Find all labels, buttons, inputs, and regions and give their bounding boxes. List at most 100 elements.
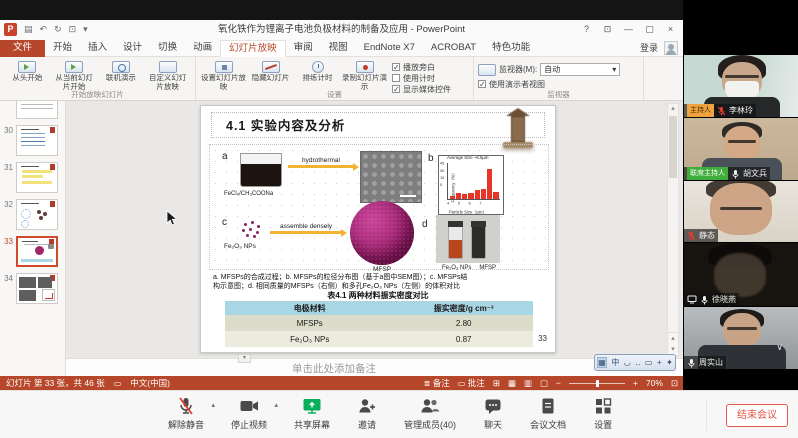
thumbnail-29[interactable] xyxy=(0,101,62,119)
ime-keyboard-icon[interactable]: ▭ xyxy=(645,358,653,367)
play-narrations-checkbox[interactable]: 播放旁白 xyxy=(392,62,451,72)
fit-to-window-icon[interactable]: ⊡ xyxy=(671,378,678,389)
tab-slideshow[interactable]: 幻灯片放映 xyxy=(220,40,286,58)
participant-video[interactable]: ∨ 周实山 xyxy=(684,307,798,369)
editing-canvas[interactable]: 4.1 实验内容及分析 a FeCl₃/CH₃COONa hydrotherma… xyxy=(66,101,683,358)
stop-video-button[interactable]: ▴ 停止视频 xyxy=(231,396,267,431)
chat-button[interactable]: 聊天 xyxy=(483,396,503,431)
present-online-button[interactable]: 联机演示 xyxy=(99,59,144,91)
zoom-slider-knob[interactable] xyxy=(596,380,599,387)
table-title: 表4.1 两种材料振实密度对比 xyxy=(201,290,555,301)
notes-splitter-button[interactable]: ▾ xyxy=(238,354,251,363)
ime-plus-icon[interactable]: + xyxy=(657,358,662,367)
tab-review[interactable]: 审阅 xyxy=(286,40,321,58)
ime-chinese-mode-icon[interactable]: 中 xyxy=(611,357,619,368)
close-button[interactable]: × xyxy=(660,20,681,39)
ribbon-display-options-button[interactable]: ⊡ xyxy=(597,20,618,39)
ime-tools-icon[interactable]: ✦ xyxy=(666,358,673,367)
start-slideshow-icon[interactable]: ⊡ xyxy=(69,24,77,35)
ime-language-bar[interactable]: ▦ 中 ◡ ‥ ▭ + ✦ xyxy=(594,354,676,371)
sign-in-link[interactable]: 登录 xyxy=(640,40,658,56)
scroll-up-icon[interactable]: ▴ xyxy=(671,105,675,112)
invite-button[interactable]: 邀请 xyxy=(357,396,377,431)
participant-video[interactable]: 联席主持人 胡文兵 xyxy=(684,118,798,180)
slide-33[interactable]: 4.1 实验内容及分析 a FeCl₃/CH₃COONa hydrotherma… xyxy=(200,105,556,353)
unmute-button[interactable]: ▴ 解除静音 xyxy=(168,396,204,431)
ime-logo-icon[interactable]: ▦ xyxy=(597,357,607,368)
previous-slide-button[interactable]: ▴ xyxy=(668,333,678,344)
tab-insert[interactable]: 插入 xyxy=(80,40,115,58)
hide-slide-icon xyxy=(262,61,280,73)
participant-video[interactable]: 徐晓燕 xyxy=(684,243,798,306)
help-button[interactable]: ? xyxy=(576,20,597,39)
participant-video[interactable]: 主持人 李林玲 xyxy=(684,55,798,117)
custom-slideshow-button[interactable]: 自定义幻灯片放映 xyxy=(145,59,190,91)
monitor-icon xyxy=(478,64,496,76)
zoom-slider[interactable] xyxy=(569,383,625,384)
participant-video[interactable]: 静态 xyxy=(684,181,798,242)
setup-slideshow-button[interactable]: 设置幻灯片放映 xyxy=(201,59,246,91)
tab-home[interactable]: 开始 xyxy=(45,40,80,58)
previous-next-slide-buttons[interactable]: ▴▾ xyxy=(667,332,679,356)
record-slideshow-button[interactable]: 录制幻灯片演示 xyxy=(342,59,387,91)
zoom-level[interactable]: 70% xyxy=(646,378,663,388)
manage-members-button[interactable]: 管理成员(40) xyxy=(404,396,456,431)
sem-image xyxy=(360,151,422,203)
caret-up-icon[interactable]: ▴ xyxy=(275,401,279,409)
normal-view-icon[interactable]: ⊞ xyxy=(493,378,500,389)
customize-qat-icon[interactable]: ▾ xyxy=(83,24,88,35)
tab-view[interactable]: 视图 xyxy=(321,40,356,58)
from-current-slide-button[interactable]: 从当前幻灯片开始 xyxy=(52,59,97,91)
zoom-out-button[interactable]: − xyxy=(556,378,561,388)
tab-acrobat[interactable]: ACROBAT xyxy=(423,40,484,58)
thumbnail-30[interactable]: 30 xyxy=(0,125,62,156)
tab-animations[interactable]: 动画 xyxy=(185,40,220,58)
maximize-button[interactable]: ▢ xyxy=(639,20,660,39)
tab-endnote[interactable]: EndNote X7 xyxy=(356,40,423,58)
use-timings-checkbox[interactable]: 使用计时 xyxy=(392,73,451,83)
caret-up-icon[interactable]: ▴ xyxy=(212,401,216,409)
notes-placeholder[interactable]: 单击此处添加备注 xyxy=(292,361,376,376)
account-avatar-icon[interactable] xyxy=(664,41,678,55)
tab-design[interactable]: 设计 xyxy=(115,40,150,58)
minimize-button[interactable]: — xyxy=(618,20,639,39)
slide-figure-area[interactable]: a FeCl₃/CH₃COONa hydrothermal b Average … xyxy=(209,144,549,270)
notes-pane[interactable]: ▾ 单击此处添加备注 xyxy=(66,358,683,376)
presenter-view-checkbox[interactable]: 使用演示者视图 xyxy=(478,79,639,89)
notes-toggle[interactable]: 备注 xyxy=(433,378,450,388)
canvas-scrollbar[interactable]: ▴ xyxy=(667,103,679,338)
settings-button[interactable]: 设置 xyxy=(593,396,613,431)
ribbon-group-monitors: 监视器(M): 自动▾ 使用演示者视图 监视器 xyxy=(474,57,644,100)
screen-share-icon xyxy=(687,295,697,304)
redo-icon[interactable]: ↻ xyxy=(54,24,62,35)
participant-name: 静态 xyxy=(699,230,715,241)
scrollbar-thumb[interactable] xyxy=(669,116,677,178)
thumbnail-31[interactable]: 31 xyxy=(0,162,62,193)
hide-slide-button[interactable]: 隐藏幻灯片 xyxy=(248,59,293,91)
thumbnail-34[interactable]: 34 xyxy=(0,273,62,304)
save-icon[interactable]: ▤ xyxy=(24,24,33,35)
ime-punctuation-icon[interactable]: ‥ xyxy=(635,358,640,367)
slide-sorter-view-icon[interactable]: ▦ xyxy=(508,378,516,389)
rehearse-timings-button[interactable]: 排练计时 xyxy=(295,59,340,91)
tab-file[interactable]: 文件 xyxy=(0,40,45,58)
undo-icon[interactable]: ↶ xyxy=(40,24,48,35)
ime-fullwidth-icon[interactable]: ◡ xyxy=(624,358,631,367)
monitor-dropdown[interactable]: 自动▾ xyxy=(540,63,620,76)
language-indicator[interactable]: 中文(中国) xyxy=(130,377,170,389)
from-beginning-button[interactable]: 从头开始 xyxy=(5,59,50,91)
checkbox-icon xyxy=(392,63,400,71)
meeting-docs-button[interactable]: 会议文档 xyxy=(530,396,566,431)
reading-view-icon[interactable]: ▥ xyxy=(524,378,532,389)
thumbnail-33-selected[interactable]: 33 xyxy=(0,236,62,267)
share-screen-button[interactable]: 共享屏幕 xyxy=(294,396,330,431)
end-meeting-button[interactable]: 结束会议 xyxy=(726,404,788,427)
tab-special[interactable]: 特色功能 xyxy=(484,40,538,58)
mic-icon xyxy=(700,295,709,305)
thumbnail-32[interactable]: 32 xyxy=(0,199,62,230)
zoom-in-button[interactable]: + xyxy=(633,378,638,388)
tab-transitions[interactable]: 切换 xyxy=(150,40,185,58)
collapse-chevron-icon[interactable]: ∨ xyxy=(776,342,783,353)
comments-toggle[interactable]: 批注 xyxy=(468,378,485,388)
slideshow-view-icon[interactable]: ▢ xyxy=(540,378,548,389)
